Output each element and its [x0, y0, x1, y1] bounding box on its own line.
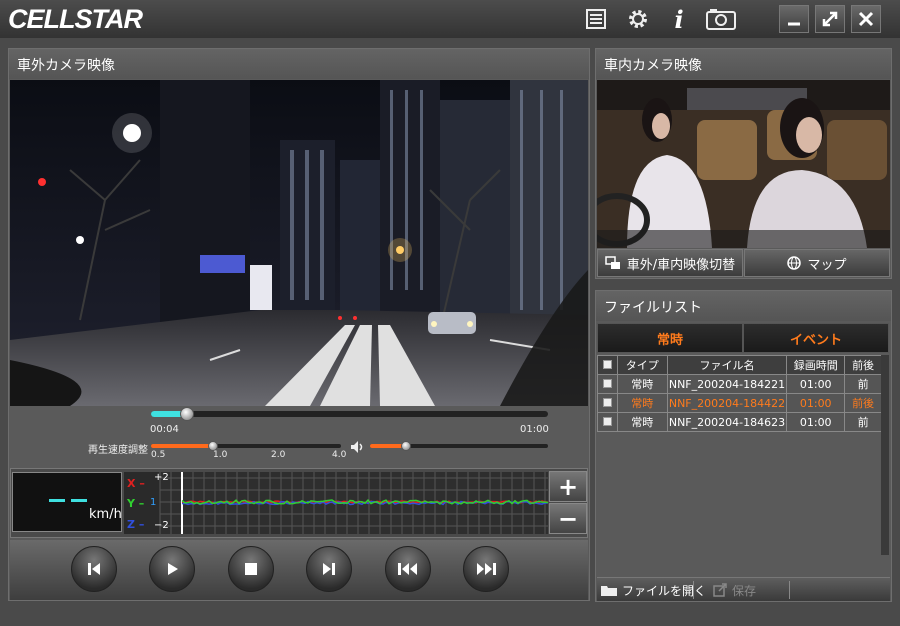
- file-name: NNF_200204-184422: [666, 393, 788, 413]
- fast-rewind-button[interactable]: [385, 546, 431, 592]
- volume-slider[interactable]: [370, 441, 548, 451]
- column-header[interactable]: 録画時間: [786, 355, 846, 375]
- speed-tick: 0.5: [151, 450, 166, 460]
- playback-speed-slider[interactable]: [151, 441, 341, 451]
- title-bar: CELLSTAR i: [0, 0, 900, 38]
- volume-knob[interactable]: [400, 441, 411, 451]
- plus-icon: +: [557, 472, 579, 501]
- column-header[interactable]: 前後: [844, 355, 882, 375]
- gsensor-scale-max: +2: [154, 472, 169, 483]
- select-all-checkbox[interactable]: [597, 355, 618, 375]
- column-header[interactable]: ファイル名: [666, 355, 788, 375]
- file-side: 前: [844, 412, 882, 432]
- file-type: 常時: [616, 412, 668, 432]
- speed-dash: [71, 499, 87, 502]
- footer-divider: [789, 581, 790, 599]
- tab-continuous[interactable]: 常時: [597, 323, 743, 353]
- file-duration: 01:00: [786, 412, 846, 432]
- inside-camera-video[interactable]: [597, 80, 890, 248]
- tab-event[interactable]: イベント: [743, 323, 889, 353]
- inside-camera-title: 車内カメラ映像: [596, 49, 891, 79]
- play-icon: [168, 563, 178, 575]
- switch-screen-icon: [605, 256, 620, 269]
- file-type: 常時: [616, 393, 668, 413]
- speaker-icon[interactable]: [350, 439, 364, 458]
- speed-tick: 2.0: [271, 450, 286, 460]
- play-button[interactable]: [149, 546, 195, 592]
- file-side: 前後: [844, 393, 882, 413]
- file-side: 前: [844, 374, 882, 394]
- zoom-in-button[interactable]: +: [549, 471, 587, 502]
- save-label: 保存: [732, 583, 757, 598]
- skip-previous-icon: [88, 563, 100, 575]
- progress-slider[interactable]: [151, 407, 548, 421]
- file-list-footer: ファイルを開く 保存: [597, 577, 890, 601]
- close-button[interactable]: [851, 5, 881, 33]
- gsensor-axis-z: Z –: [127, 518, 145, 531]
- gsensor-scale-mid: 1: [150, 497, 157, 508]
- speed-dash: [49, 499, 65, 502]
- info-icon[interactable]: i: [665, 5, 693, 34]
- row-checkbox[interactable]: [597, 393, 618, 413]
- playback-speed-fill: [151, 444, 213, 448]
- gsensor-scale-min: −2: [154, 520, 169, 531]
- table-row[interactable]: 常時 NNF_200204-184623 01:00 前: [597, 412, 882, 432]
- table-row[interactable]: 常時 NNF_200204-184221 01:00 前: [597, 374, 882, 394]
- skip-previous-button[interactable]: [71, 546, 117, 592]
- list-icon[interactable]: [582, 5, 610, 33]
- zoom-out-button[interactable]: −: [549, 503, 587, 534]
- progress-knob[interactable]: [179, 407, 194, 421]
- export-icon: [713, 583, 727, 597]
- app-logo: CELLSTAR: [8, 4, 143, 34]
- skip-next-icon: [323, 563, 335, 575]
- map-label: マップ: [807, 257, 847, 273]
- file-table: タイプ ファイル名 録画時間 前後 常時 NNF_200204-184221 0…: [597, 355, 882, 432]
- outside-camera-title: 車外カメラ映像: [9, 49, 589, 79]
- speed-tick: 4.0: [332, 450, 347, 460]
- speed-unit: km/h: [89, 507, 122, 522]
- gsensor-axis-y: Y –: [127, 497, 145, 510]
- stop-button[interactable]: [228, 546, 274, 592]
- skip-next-button[interactable]: [306, 546, 352, 592]
- minimize-button[interactable]: [779, 5, 809, 33]
- gsensor-axis-x: X –: [127, 477, 145, 490]
- speed-display: km/h: [12, 472, 122, 532]
- camera-icon[interactable]: [705, 5, 737, 33]
- save-button[interactable]: 保存: [713, 580, 756, 600]
- minus-icon: −: [557, 504, 579, 533]
- elapsed-time: 00:04: [150, 424, 179, 435]
- fast-rewind-icon: [398, 563, 417, 575]
- row-checkbox[interactable]: [597, 374, 618, 394]
- maximize-button[interactable]: [815, 5, 845, 33]
- file-duration: 01:00: [786, 374, 846, 394]
- table-row[interactable]: 常時 NNF_200204-184422 01:00 前後: [597, 393, 882, 413]
- switch-camera-button[interactable]: 車外/車内映像切替: [597, 249, 743, 277]
- fast-forward-button[interactable]: [463, 546, 509, 592]
- file-name: NNF_200204-184221: [666, 374, 788, 394]
- row-checkbox[interactable]: [597, 412, 618, 432]
- playback-speed-label: 再生速度調整: [88, 445, 148, 456]
- map-button[interactable]: マップ: [744, 249, 890, 277]
- file-list-scrollbar[interactable]: [881, 355, 889, 555]
- playback-controls: [10, 540, 588, 600]
- stop-icon: [245, 563, 257, 575]
- footer-divider: [693, 581, 694, 599]
- outside-camera-video[interactable]: [10, 80, 588, 406]
- file-type: 常時: [616, 374, 668, 394]
- file-name: NNF_200204-184623: [666, 412, 788, 432]
- fast-forward-icon: [477, 563, 496, 575]
- file-list-title: ファイルリスト: [596, 291, 891, 321]
- total-duration: 01:00: [520, 424, 549, 435]
- table-header: タイプ ファイル名 録画時間 前後: [597, 355, 882, 375]
- speed-tick: 1.0: [213, 450, 228, 460]
- folder-icon: [601, 586, 617, 596]
- column-header[interactable]: タイプ: [616, 355, 668, 375]
- open-file-button[interactable]: ファイルを開く: [601, 580, 706, 600]
- file-duration: 01:00: [786, 393, 846, 413]
- gear-icon[interactable]: [624, 5, 652, 33]
- switch-camera-label: 車外/車内映像切替: [626, 257, 736, 273]
- globe-icon: [787, 256, 802, 270]
- gsensor-graph: X – Y – Z – +2 1 −2: [124, 472, 549, 534]
